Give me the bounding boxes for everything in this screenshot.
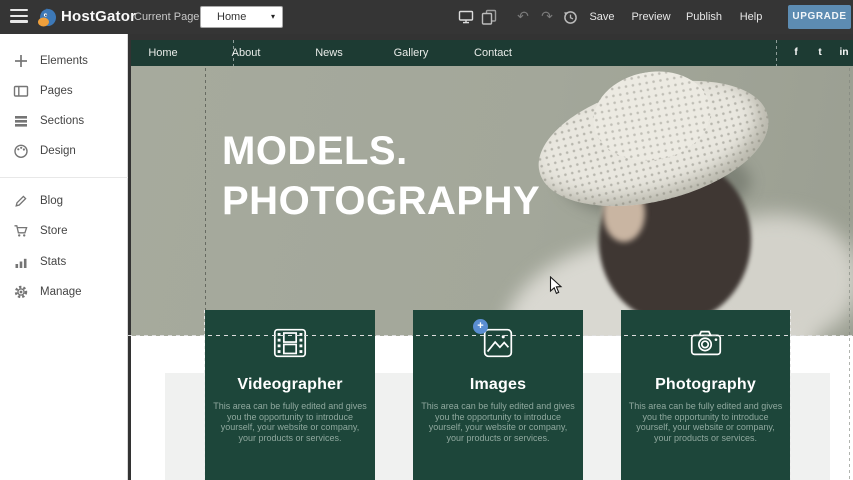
card-title: Images xyxy=(413,376,583,394)
card-description: This area can be fully edited and gives … xyxy=(420,401,576,443)
film-strip-icon xyxy=(271,324,309,362)
page-dropdown[interactable]: Home ▾ xyxy=(200,6,283,28)
site-nav-gallery[interactable]: Gallery xyxy=(394,40,429,66)
sidebar-item-sections[interactable]: Sections xyxy=(0,109,128,133)
card-title: Videographer xyxy=(205,376,375,394)
add-image-badge: + xyxy=(473,319,488,334)
desktop-preview-icon[interactable] xyxy=(458,9,474,25)
card-videographer[interactable]: Videographer This area can be fully edit… xyxy=(205,310,375,480)
hamburger-menu-icon[interactable] xyxy=(10,9,28,24)
card-title: Photography xyxy=(621,376,790,394)
sidebar-item-elements[interactable]: Elements xyxy=(0,49,128,73)
hero-title-line2: PHOTOGRAPHY xyxy=(222,176,540,226)
sidebar-item-pages[interactable]: Pages xyxy=(0,79,128,103)
linkedin-icon[interactable]: in xyxy=(840,40,849,66)
plus-icon xyxy=(13,53,29,69)
camera-icon xyxy=(687,324,725,362)
sidebar-item-blog[interactable]: Blog xyxy=(0,189,128,213)
help-button[interactable]: Help xyxy=(740,0,763,34)
hero-title[interactable]: MODELS. PHOTOGRAPHY xyxy=(222,126,540,226)
gear-icon xyxy=(13,284,29,300)
pencil-icon xyxy=(13,193,29,209)
sidebar-divider xyxy=(0,177,128,178)
bar-chart-icon xyxy=(13,254,29,270)
sidebar-item-design[interactable]: Design xyxy=(0,139,128,163)
chevron-down-icon: ▾ xyxy=(271,7,275,27)
builder-sidebar: Elements Pages Sections Design Blo xyxy=(0,34,128,480)
site-nav-news[interactable]: News xyxy=(315,40,343,66)
current-page-label: Current Page: xyxy=(134,0,202,34)
redo-icon[interactable]: ↷ xyxy=(541,0,553,34)
site-navbar: Home About News Gallery Contact f t in xyxy=(131,40,853,66)
pages-icon xyxy=(13,83,29,99)
publish-button[interactable]: Publish xyxy=(686,0,722,34)
site-nav-about[interactable]: About xyxy=(232,40,261,66)
twitter-icon[interactable]: t xyxy=(818,40,821,66)
hero-section: MODELS. PHOTOGRAPHY xyxy=(131,66,853,336)
site-nav-contact[interactable]: Contact xyxy=(474,40,512,66)
sidebar-item-stats[interactable]: Stats xyxy=(0,250,128,274)
history-icon[interactable] xyxy=(562,9,578,25)
sidebar-item-manage[interactable]: Manage xyxy=(0,280,128,304)
save-button[interactable]: Save xyxy=(589,0,614,34)
logo-wordmark: HostGator xyxy=(61,0,136,34)
hostgator-logo-icon xyxy=(35,5,59,29)
card-description: This area can be fully edited and gives … xyxy=(628,401,784,443)
preview-button[interactable]: Preview xyxy=(631,0,670,34)
hero-title-line1: MODELS. xyxy=(222,126,540,176)
site-nav-home[interactable]: Home xyxy=(148,40,177,66)
facebook-icon[interactable]: f xyxy=(794,40,797,66)
cart-icon xyxy=(13,223,29,239)
upgrade-button[interactable]: UPGRADE xyxy=(788,5,851,29)
page-dropdown-value: Home xyxy=(217,7,246,27)
sections-icon xyxy=(13,113,29,129)
card-description: This area can be fully edited and gives … xyxy=(212,401,368,443)
undo-icon[interactable]: ↶ xyxy=(517,0,529,34)
card-photography[interactable]: Photography This area can be fully edite… xyxy=(621,310,790,480)
top-toolbar: HostGator Current Page: Home ▾ ↶ ↷ xyxy=(0,0,853,34)
sidebar-item-store[interactable]: Store xyxy=(0,219,128,243)
card-images[interactable]: + Images This area can be fully edited a… xyxy=(413,310,583,480)
image-plus-icon: + xyxy=(479,324,517,362)
palette-icon xyxy=(13,143,29,159)
copy-pages-icon[interactable] xyxy=(481,9,497,25)
hostgator-site-builder: HostGator Current Page: Home ▾ ↶ ↷ xyxy=(0,0,853,480)
